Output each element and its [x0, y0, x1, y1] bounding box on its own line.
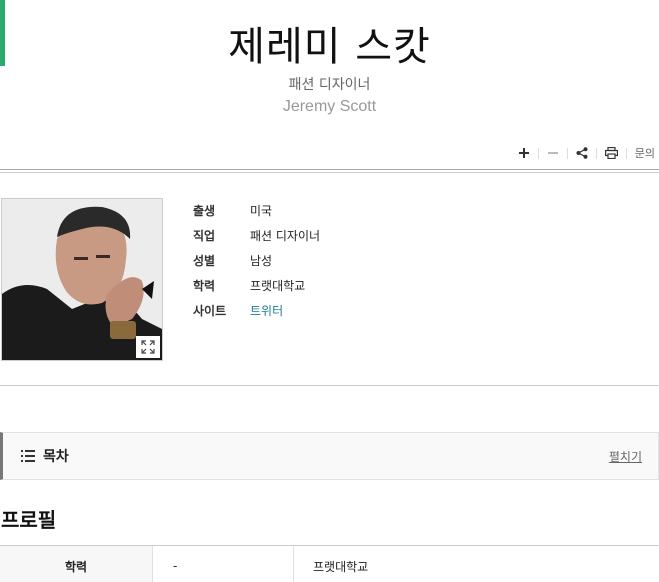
- info-box: 출생 미국 직업 패션 디자이너 성별 남성 학력 프랫대학교 사이트 트위터: [193, 198, 320, 323]
- info-value: 미국: [250, 204, 273, 218]
- share-icon: [576, 147, 588, 159]
- section-title-profile: 프로필: [1, 508, 57, 532]
- expand-icon: [141, 340, 155, 354]
- table-cell-key: 학력: [0, 546, 153, 582]
- english-name: Jeremy Scott: [282, 98, 377, 115]
- table-cell-period: -: [153, 546, 294, 582]
- twitter-link[interactable]: 트위터: [250, 302, 283, 319]
- info-key: 출생: [193, 204, 216, 218]
- info-key: 사이트: [193, 304, 227, 318]
- header-divider: [0, 169, 659, 173]
- print-button[interactable]: [597, 144, 626, 162]
- info-row-gender: 성별 남성: [193, 248, 320, 273]
- share-button[interactable]: [568, 144, 596, 162]
- toolbar: 문의: [510, 144, 655, 162]
- content-divider: [0, 385, 659, 386]
- plus-icon: [518, 148, 529, 158]
- printer-icon: [604, 147, 618, 159]
- info-row-job: 직업 패션 디자이너: [193, 223, 320, 248]
- info-key: 직업: [193, 229, 216, 243]
- table-cell-value: 프랫대학교: [313, 559, 369, 574]
- info-value: 패션 디자이너: [250, 229, 321, 243]
- page-title: 제레미 스캇: [228, 24, 431, 70]
- zoom-in-button[interactable]: [510, 144, 538, 162]
- list-icon: [21, 450, 37, 462]
- info-row-education: 학력 프랫대학교: [193, 273, 320, 298]
- profile-photo[interactable]: [1, 198, 163, 361]
- zoom-out-button[interactable]: [539, 144, 567, 162]
- inquiry-link[interactable]: 문의: [627, 144, 655, 162]
- info-row-site: 사이트 트위터: [193, 298, 320, 323]
- info-key: 성별: [193, 254, 216, 268]
- toc-title: 목차: [43, 449, 69, 465]
- info-row-birth: 출생 미국: [193, 198, 320, 223]
- table-of-contents: 목차 펼치기: [0, 432, 659, 480]
- expand-image-button[interactable]: [136, 336, 160, 358]
- info-value: 프랫대학교: [250, 279, 306, 293]
- page-subtitle: 패션 디자이너: [288, 77, 371, 93]
- info-value: 남성: [250, 254, 273, 268]
- minus-icon: [547, 152, 558, 154]
- info-key: 학력: [193, 279, 216, 293]
- table-row: 학력 - 프랫대학교: [0, 545, 659, 582]
- toc-expand-link[interactable]: 펼치기: [609, 448, 642, 465]
